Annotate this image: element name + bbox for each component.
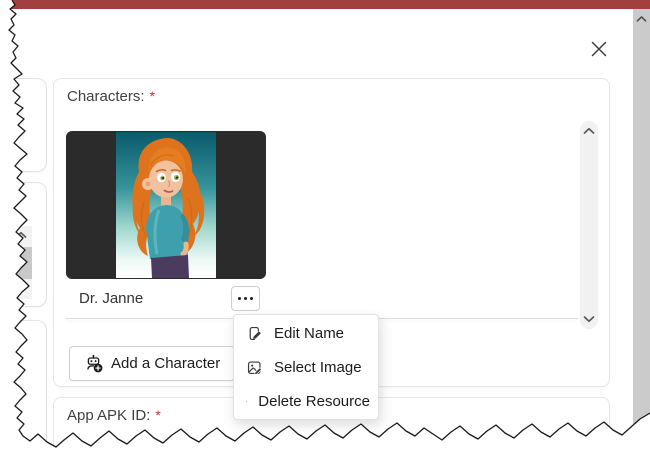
menu-item-delete-resource[interactable]: Delete Resource bbox=[234, 384, 378, 418]
close-button[interactable] bbox=[585, 35, 613, 63]
close-icon bbox=[590, 40, 608, 58]
chevron-up-icon[interactable] bbox=[636, 15, 647, 23]
character-tile[interactable] bbox=[66, 131, 266, 279]
character-illustration bbox=[116, 132, 216, 278]
menu-item-label: Edit Name bbox=[274, 325, 344, 342]
apk-field-label: App APK ID: * bbox=[67, 407, 161, 424]
background-panel-card bbox=[0, 320, 47, 457]
add-character-button[interactable]: Add a Character bbox=[69, 346, 235, 381]
character-name: Dr. Janne bbox=[79, 290, 143, 307]
window-scrollbar[interactable] bbox=[633, 9, 650, 436]
screenshot-root: Characters: * bbox=[0, 0, 650, 457]
menu-item-edit-name[interactable]: Edit Name bbox=[234, 316, 378, 350]
background-panel-card bbox=[0, 182, 47, 307]
characters-list-scrollbar[interactable] bbox=[580, 121, 598, 329]
characters-label: Characters: bbox=[67, 88, 145, 105]
left-panel-scrollbar[interactable] bbox=[10, 226, 32, 299]
top-accent-bar bbox=[0, 0, 650, 9]
required-asterisk: * bbox=[155, 407, 160, 423]
chevron-down-icon[interactable] bbox=[583, 315, 595, 323]
ellipsis-icon bbox=[238, 297, 253, 300]
add-character-label: Add a Character bbox=[111, 355, 220, 372]
robot-add-icon bbox=[84, 354, 103, 373]
menu-item-label: Select Image bbox=[274, 359, 362, 376]
document-edit-icon bbox=[246, 325, 263, 342]
scrollbar-thumb[interactable] bbox=[10, 247, 32, 279]
chevron-up-icon[interactable] bbox=[583, 127, 595, 135]
image-edit-icon bbox=[246, 359, 263, 376]
chevron-up-icon[interactable] bbox=[15, 231, 27, 239]
apk-label: App APK ID: bbox=[67, 407, 150, 424]
menu-item-label: Delete Resource bbox=[258, 393, 370, 410]
required-asterisk: * bbox=[150, 88, 155, 104]
background-panel-card bbox=[0, 78, 47, 172]
trash-icon bbox=[246, 393, 247, 410]
context-menu: Edit Name Select Image Delete Resource bbox=[233, 314, 379, 420]
chevron-down-icon[interactable] bbox=[15, 286, 27, 294]
characters-field-label: Characters: * bbox=[67, 88, 155, 105]
more-options-button[interactable] bbox=[231, 286, 260, 311]
character-image bbox=[116, 132, 216, 278]
menu-item-select-image[interactable]: Select Image bbox=[234, 350, 378, 384]
